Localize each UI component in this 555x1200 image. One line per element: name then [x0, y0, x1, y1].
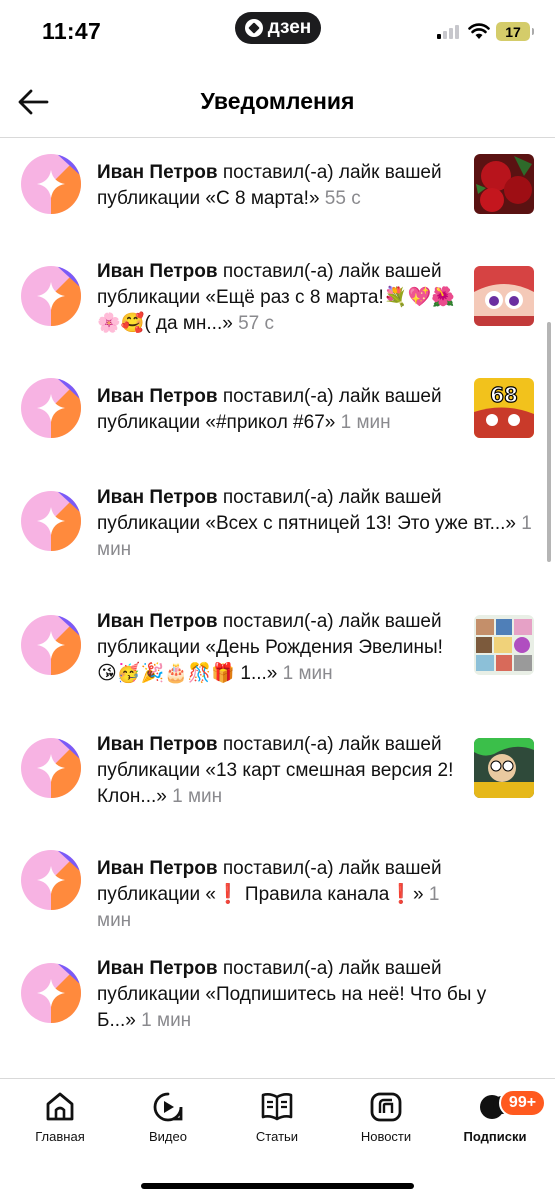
publication-thumbnail[interactable] [474, 615, 534, 675]
signal-icon [437, 25, 459, 39]
notification-text: Иван Петров поставил(-а) лайк вашей публ… [97, 160, 462, 212]
battery-icon: 17 [496, 22, 534, 41]
notification-time: 55 с [324, 188, 361, 209]
dzen-brand-pill[interactable]: дзен [235, 12, 321, 44]
nav-articles-label: Статьи [255, 1129, 299, 1144]
notification-list[interactable]: Иван Петров поставил(-а) лайк вашей публ… [0, 139, 555, 1077]
notification-count-badge: 99+ [499, 1089, 546, 1117]
publication-thumbnail[interactable] [474, 738, 534, 798]
book-icon [261, 1093, 293, 1121]
publication-thumbnail[interactable]: 68 [474, 378, 534, 438]
play-icon [153, 1092, 183, 1122]
page-title: Уведомления [200, 88, 355, 114]
battery-level: 17 [505, 23, 521, 40]
publication-thumbnail[interactable] [474, 266, 534, 326]
notification-text: Иван Петров поставил(-а) лайк вашей публ… [97, 856, 462, 934]
notification-text: Иван Петров поставил(-а) лайк вашей публ… [97, 259, 462, 337]
notification-item[interactable]: Иван Петров поставил(-а) лайк вашей публ… [0, 251, 555, 363]
notification-text: Иван Петров поставил(-а) лайк вашей публ… [97, 732, 462, 810]
home-icon [46, 1092, 74, 1121]
notification-time: 1 мин [340, 412, 391, 433]
dzen-logo-icon [244, 19, 263, 37]
nav-home-label: Главная [35, 1129, 85, 1144]
notification-text: Иван Петров поставил(-а) лайк вашей публ… [97, 956, 517, 1034]
nav-home[interactable]: Главная [10, 1091, 110, 1144]
actor-name[interactable]: Иван Петров [97, 162, 218, 183]
nav-subscriptions-label: Подписки [463, 1129, 527, 1144]
avatar[interactable] [21, 738, 81, 798]
thumbnail-number: 68 [490, 383, 518, 407]
nav-video[interactable]: Видео [118, 1091, 218, 1144]
notification-text: Иван Петров поставил(-а) лайк вашей публ… [97, 485, 537, 563]
status-time: 11:47 [42, 18, 102, 44]
publication-thumbnail[interactable] [474, 154, 534, 214]
actor-name[interactable]: Иван Петров [97, 858, 218, 879]
avatar[interactable] [21, 378, 81, 438]
nav-news[interactable]: Новости [336, 1091, 436, 1144]
avatar[interactable] [21, 615, 81, 675]
notification-time: 57 с [238, 313, 275, 334]
page-header: Уведомления [0, 66, 555, 138]
nav-articles[interactable]: Статьи [227, 1091, 327, 1144]
notification-item[interactable]: Иван Петров поставил(-а) лайк вашей публ… [0, 723, 555, 835]
actor-name[interactable]: Иван Петров [97, 611, 218, 632]
news-icon [370, 1092, 402, 1122]
wifi-icon [468, 23, 490, 39]
actor-name[interactable]: Иван Петров [97, 487, 218, 508]
dzen-brand-label: дзен [267, 17, 312, 38]
avatar[interactable] [21, 491, 81, 551]
avatar[interactable] [21, 154, 81, 214]
nav-video-label: Видео [149, 1129, 187, 1144]
actor-name[interactable]: Иван Петров [97, 958, 218, 979]
home-indicator[interactable] [141, 1183, 414, 1189]
notification-item[interactable]: Иван Петров поставил(-а) лайк вашей публ… [0, 599, 555, 723]
notification-time: 1 мин [172, 786, 223, 807]
actor-name[interactable]: Иван Петров [97, 734, 218, 755]
scrollbar[interactable] [547, 322, 551, 562]
nav-news-label: Новости [360, 1129, 412, 1144]
notification-time: 1 мин [141, 1010, 192, 1031]
notification-item[interactable]: Иван Петров поставил(-а) лайк вашей публ… [0, 139, 555, 251]
bottom-nav: Главная Видео Статьи Новости Подписки [0, 1078, 555, 1200]
notification-item[interactable]: Иван Петров поставил(-а) лайк вашей публ… [0, 947, 555, 1071]
notification-item[interactable]: Иван Петров поставил(-а) лайк вашей публ… [0, 475, 555, 599]
notification-item[interactable]: Иван Петров поставил(-а) лайк вашей публ… [0, 835, 555, 947]
avatar[interactable] [21, 850, 81, 910]
notification-item[interactable]: Иван Петров поставил(-а) лайк вашей публ… [0, 363, 555, 475]
notification-text: Иван Петров поставил(-а) лайк вашей публ… [97, 609, 462, 687]
avatar[interactable] [21, 963, 81, 1023]
avatar[interactable] [21, 266, 81, 326]
actor-name[interactable]: Иван Петров [97, 386, 218, 407]
notification-time: 1 мин [282, 663, 333, 684]
notification-text: Иван Петров поставил(-а) лайк вашей публ… [97, 384, 462, 436]
actor-name[interactable]: Иван Петров [97, 261, 218, 282]
status-bar: 11:47 дзен 17 [0, 0, 555, 66]
